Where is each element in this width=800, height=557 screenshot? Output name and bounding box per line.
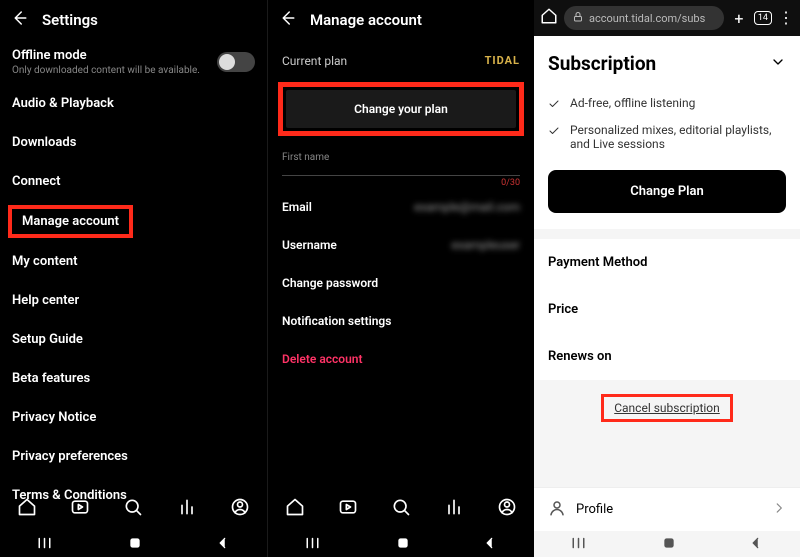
nav-home-icon[interactable]	[285, 497, 305, 521]
page-title: Settings	[42, 11, 98, 29]
chevron-right-icon[interactable]	[772, 500, 786, 519]
menu-privacy-notice[interactable]: Privacy Notice	[0, 398, 267, 437]
url-text: account.tidal.com/subs	[589, 12, 705, 25]
menu-connect[interactable]: Connect	[0, 162, 267, 201]
first-name-count: 0/30	[268, 176, 534, 188]
feature-text: Personalized mixes, editorial playlists,…	[570, 123, 786, 151]
back-icon[interactable]	[278, 9, 296, 31]
menu-beta-features[interactable]: Beta features	[0, 359, 267, 398]
browser-add-icon[interactable]: +	[730, 9, 748, 28]
menu-help-center[interactable]: Help center	[0, 281, 267, 320]
check-icon	[548, 96, 560, 113]
lock-icon	[572, 11, 584, 26]
first-name-label: First name	[268, 142, 534, 165]
offline-label: Offline mode	[12, 48, 200, 63]
nav-profile-icon[interactable]	[497, 497, 517, 521]
browser-tabs-icon[interactable]: 14	[754, 11, 772, 25]
sys-home-icon[interactable]	[662, 535, 676, 554]
renews-row[interactable]: Renews on	[534, 333, 800, 380]
chevron-down-icon[interactable]	[770, 54, 786, 74]
sys-back-icon[interactable]	[483, 535, 497, 554]
menu-my-content[interactable]: My content	[0, 242, 267, 281]
check-icon	[548, 123, 560, 140]
nav-video-icon[interactable]	[338, 497, 358, 521]
sys-recent-icon[interactable]	[571, 535, 589, 554]
nav-search-icon[interactable]	[123, 497, 143, 521]
menu-downloads[interactable]: Downloads	[0, 123, 267, 162]
menu-privacy-preferences[interactable]: Privacy preferences	[0, 437, 267, 476]
username-label: Username	[282, 238, 337, 252]
price-row[interactable]: Price	[534, 286, 800, 333]
nav-profile-icon[interactable]	[230, 497, 250, 521]
page-title: Manage account	[310, 11, 422, 29]
cancel-subscription-link[interactable]: Cancel subscription	[601, 394, 733, 422]
delete-account-link[interactable]: Delete account	[268, 340, 534, 378]
sys-back-icon[interactable]	[216, 535, 230, 554]
notification-settings-link[interactable]: Notification settings	[268, 302, 534, 340]
address-bar[interactable]: account.tidal.com/subs	[564, 6, 724, 30]
current-plan-label: Current plan	[282, 54, 347, 68]
payment-method-row[interactable]: Payment Method	[534, 239, 800, 286]
subscription-heading: Subscription	[548, 52, 656, 75]
profile-icon	[548, 499, 566, 521]
menu-audio-playback[interactable]: Audio & Playback	[0, 84, 267, 123]
menu-manage-account[interactable]: Manage account	[8, 205, 133, 238]
sys-recent-icon[interactable]	[305, 535, 323, 554]
browser-menu-icon[interactable]: ⋮	[778, 10, 794, 26]
nav-video-icon[interactable]	[70, 497, 90, 521]
offline-sub: Only downloaded content will be availabl…	[12, 65, 200, 76]
back-icon[interactable]	[10, 9, 28, 31]
highlight-change-plan: Change your plan	[278, 82, 524, 136]
email-label: Email	[282, 200, 312, 214]
profile-label[interactable]: Profile	[576, 502, 613, 517]
sys-home-icon[interactable]	[396, 535, 410, 554]
sys-back-icon[interactable]	[749, 535, 763, 554]
menu-setup-guide[interactable]: Setup Guide	[0, 320, 267, 359]
change-password-link[interactable]: Change password	[268, 264, 534, 302]
change-plan-button[interactable]: Change your plan	[286, 90, 516, 128]
nav-stats-icon[interactable]	[444, 497, 464, 521]
nav-stats-icon[interactable]	[177, 497, 197, 521]
change-plan-button[interactable]: Change Plan	[548, 170, 786, 213]
sys-home-icon[interactable]	[128, 535, 142, 554]
email-value: example@mail.com	[414, 200, 520, 214]
nav-home-icon[interactable]	[17, 497, 37, 521]
plan-name: TIDAL	[485, 54, 520, 68]
feature-text: Ad-free, offline listening	[570, 96, 695, 110]
username-value: exampleuser	[451, 238, 520, 252]
browser-home-icon[interactable]	[540, 7, 558, 29]
offline-toggle[interactable]	[217, 52, 255, 72]
sys-recent-icon[interactable]	[37, 535, 55, 554]
nav-search-icon[interactable]	[391, 497, 411, 521]
